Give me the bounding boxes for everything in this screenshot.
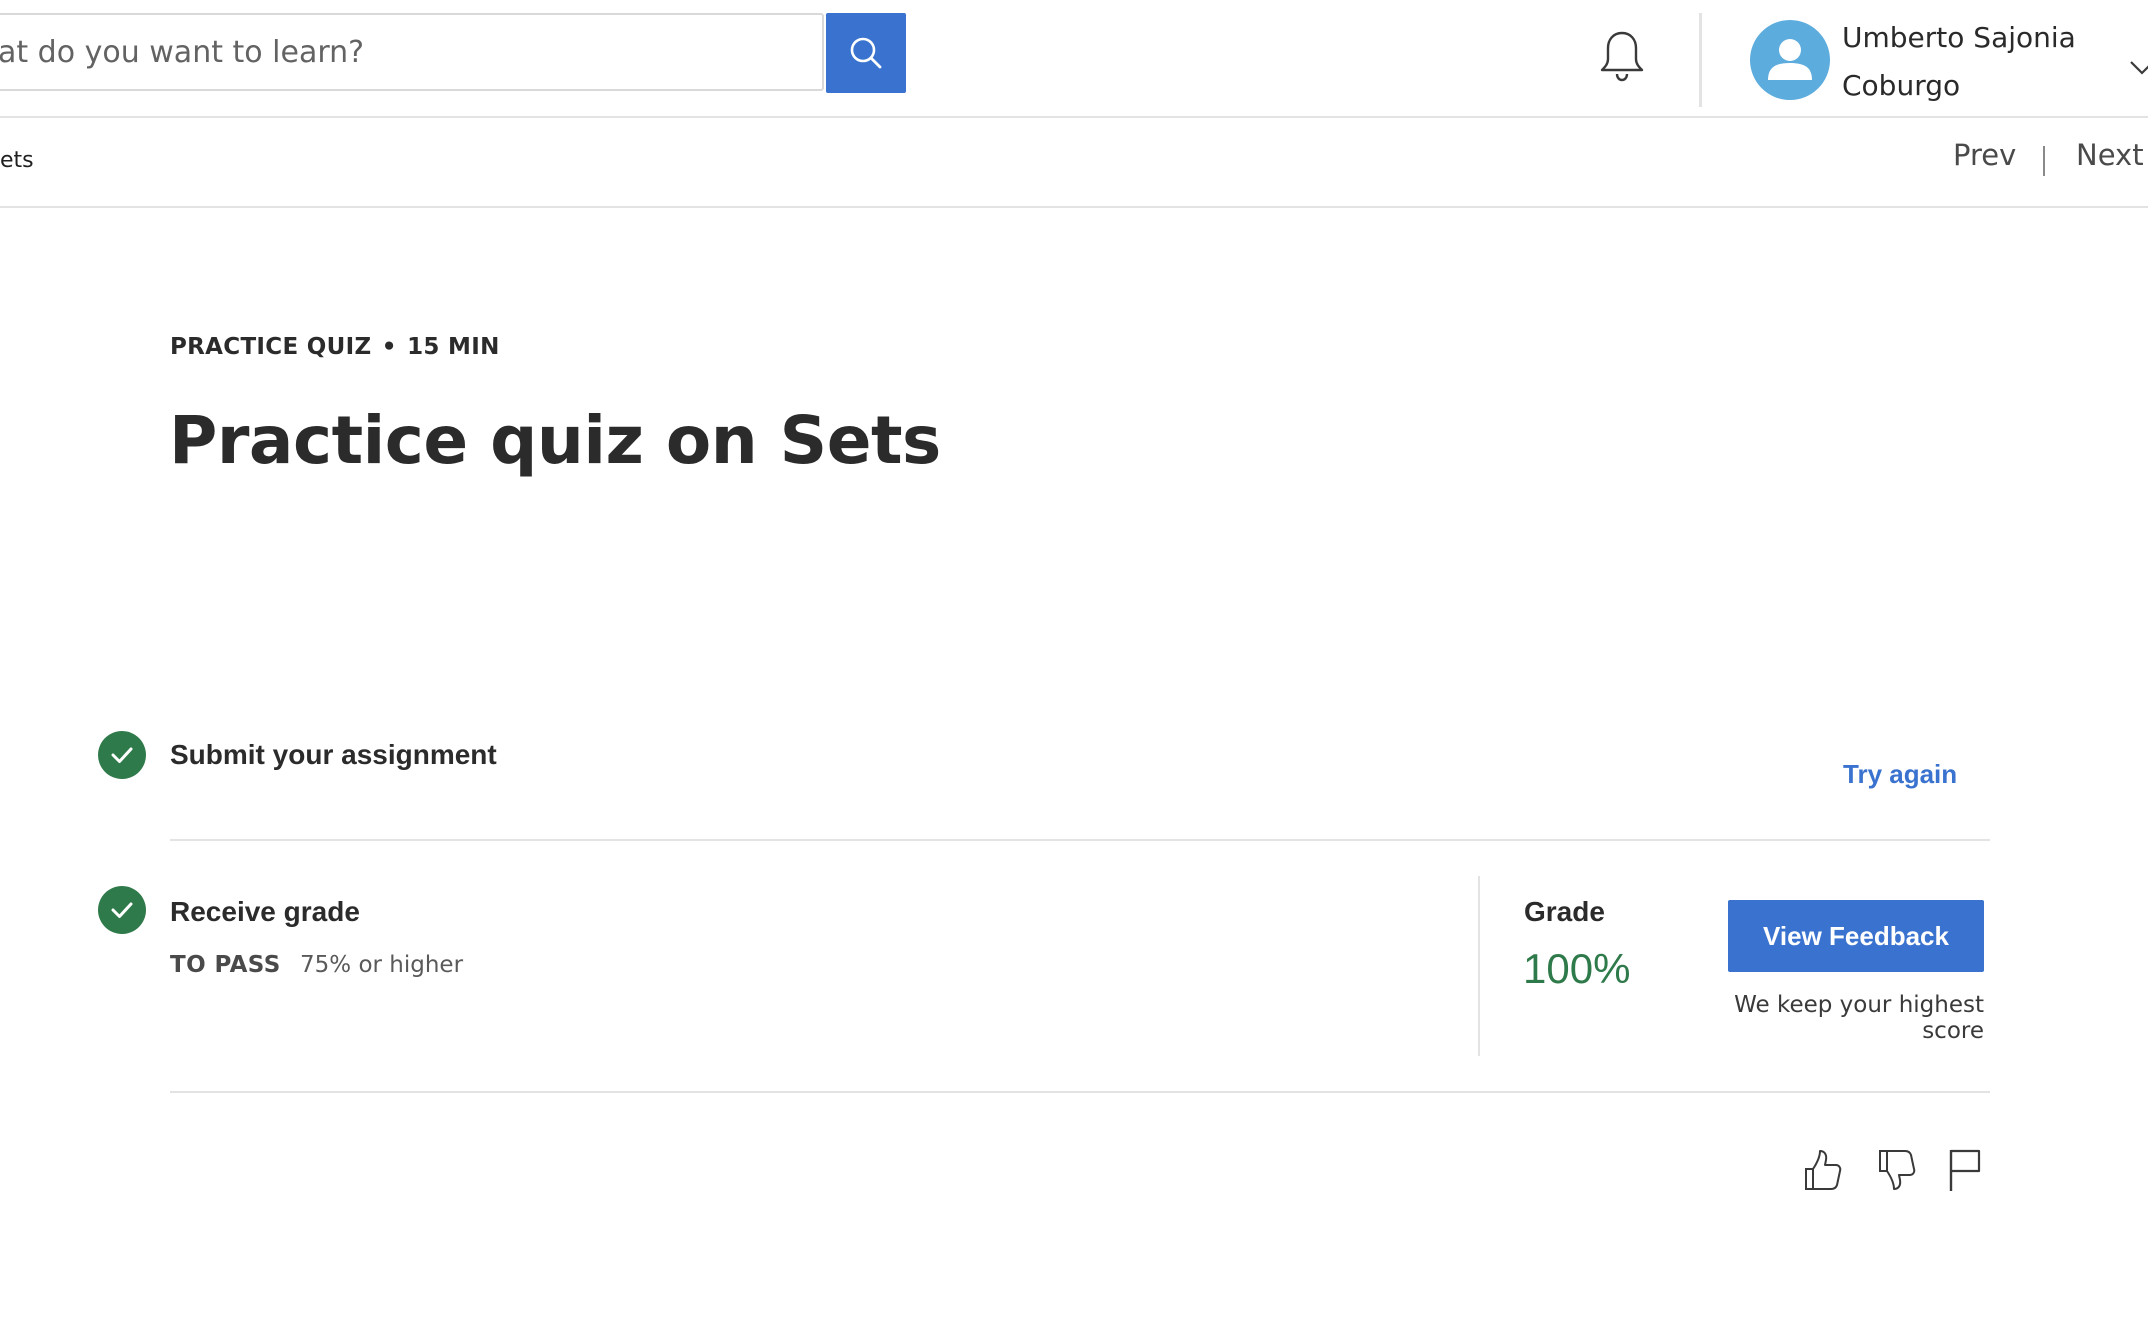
grade-value: 100% xyxy=(1523,945,1631,992)
thumbs-down-icon xyxy=(1879,1150,1916,1190)
nav-separator xyxy=(2043,146,2045,176)
search-icon xyxy=(850,37,882,69)
top-header: Umberto Sajonia Coburgo xyxy=(0,0,2148,118)
search-input[interactable] xyxy=(0,15,822,89)
thumbs-up-icon xyxy=(1805,1150,1842,1190)
header-divider xyxy=(1699,13,1702,107)
grade-divider xyxy=(1478,876,1480,1056)
search-box xyxy=(0,13,824,91)
breadcrumb[interactable]: ets xyxy=(0,148,34,173)
submit-step-title: Submit your assignment xyxy=(170,739,497,770)
bell-icon xyxy=(1600,31,1644,82)
user-name-line1: Umberto Sajonia xyxy=(1842,21,2076,54)
divider xyxy=(170,839,1990,841)
divider xyxy=(170,1091,1990,1093)
quiz-type: PRACTICE QUIZ xyxy=(170,334,372,360)
search-button[interactable] xyxy=(826,13,906,93)
sub-header: ets Prev Next xyxy=(0,118,2148,208)
receive-step-title: Receive grade xyxy=(170,896,360,927)
check-icon xyxy=(111,902,133,918)
meta-separator: • xyxy=(381,334,397,360)
to-pass-label: TO PASS xyxy=(170,952,281,978)
user-icon xyxy=(1768,39,1812,80)
submit-check-badge xyxy=(98,731,146,779)
avatar xyxy=(1750,20,1830,100)
check-icon xyxy=(111,747,133,763)
report-button[interactable] xyxy=(1940,1145,1990,1195)
user-name: Umberto Sajonia Coburgo xyxy=(1842,14,2102,110)
prev-link[interactable]: Prev xyxy=(1953,138,2016,172)
notifications-button[interactable] xyxy=(1594,26,1650,86)
grade-label: Grade xyxy=(1524,896,1605,927)
page-title: Practice quiz on Sets xyxy=(169,402,941,479)
flag-icon xyxy=(1949,1149,1981,1191)
dislike-button[interactable] xyxy=(1871,1145,1921,1195)
quiz-duration: 15 MIN xyxy=(407,334,500,360)
try-again-link[interactable]: Try again xyxy=(1843,759,1957,790)
user-name-line2: Coburgo xyxy=(1842,69,1961,102)
receive-check-badge xyxy=(98,886,146,934)
like-button[interactable] xyxy=(1797,1145,1847,1195)
quiz-meta: PRACTICE QUIZ • 15 MIN xyxy=(170,334,500,360)
next-link[interactable]: Next xyxy=(2076,138,2144,172)
pass-requirement: TO PASS 75% or higher xyxy=(170,952,463,978)
view-feedback-button[interactable]: View Feedback xyxy=(1728,900,1984,972)
user-menu[interactable]: Umberto Sajonia Coburgo xyxy=(1747,14,2148,106)
chevron-down-icon xyxy=(2130,61,2148,75)
to-pass-value: 75% or higher xyxy=(300,952,464,978)
highest-score-note: We keep your highest score xyxy=(1734,992,1984,1044)
